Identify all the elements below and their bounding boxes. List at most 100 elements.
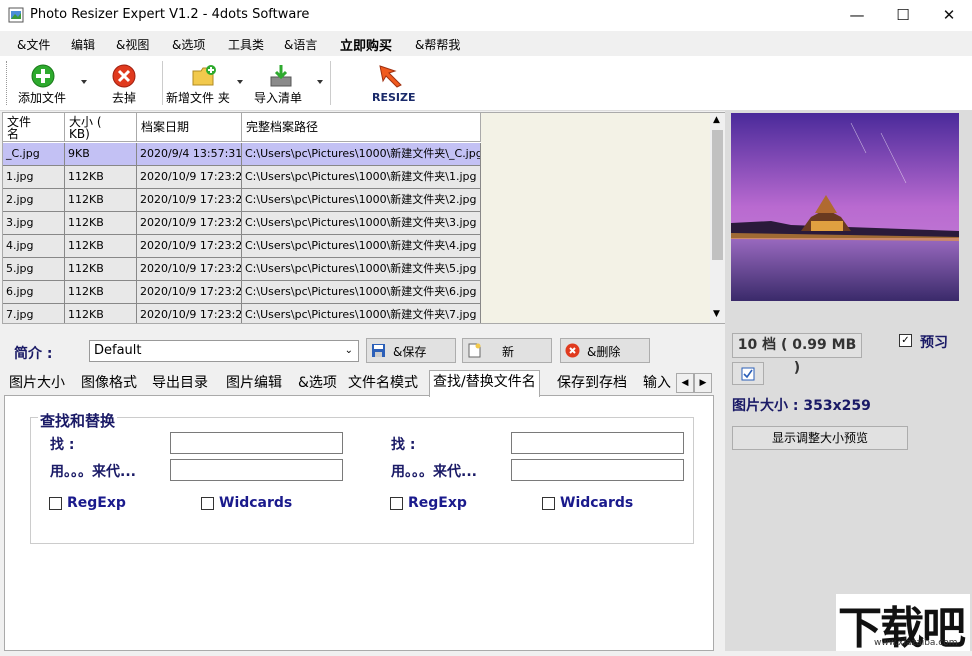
new-profile-label: 新 xyxy=(502,343,514,360)
table-row[interactable]: 5.jpg112KB2020/10/9 17:23:20C:\Users\pc\… xyxy=(3,258,481,281)
cell-date: 2020/10/9 17:23:20 xyxy=(137,304,242,324)
tab-output-folder[interactable]: 导出目录 xyxy=(149,372,211,395)
cell-path: C:\Users\pc\Pictures\1000\新建文件夹\5.jpg xyxy=(242,258,481,281)
wildcards-checkbox-1[interactable] xyxy=(201,497,214,510)
add-files-button[interactable]: 添加文件 xyxy=(18,89,66,106)
new-folder-button[interactable]: 新增文件 夹 xyxy=(166,89,230,106)
remove-icon[interactable] xyxy=(112,64,136,88)
regexp-checkbox-1[interactable] xyxy=(49,497,62,510)
tab-image-size[interactable]: 图片大小 xyxy=(6,372,68,395)
new-profile-button[interactable]: 新 xyxy=(462,338,552,363)
column-header-date[interactable]: 档案日期 xyxy=(137,113,242,142)
app-icon xyxy=(8,7,24,23)
save-profile-label: &保存 xyxy=(393,343,426,360)
replace-label: 用。。。来代... xyxy=(50,461,136,481)
column-header-size[interactable]: 大小 ( KB) xyxy=(65,113,137,142)
cell-filename: 1.jpg xyxy=(3,166,65,189)
show-resize-preview-button[interactable]: 显示调整大小预览 xyxy=(732,426,908,450)
tab-save-archive[interactable]: 保存到存档 xyxy=(554,372,630,395)
delete-profile-button[interactable]: &删除 xyxy=(560,338,650,363)
window-title: Photo Resizer Expert V1.2 - 4dots Softwa… xyxy=(30,7,309,22)
wildcards-label-1: Widcards xyxy=(219,495,292,511)
table-row[interactable]: _C.jpg9KB2020/9/4 13:57:31C:\Users\pc\Pi… xyxy=(3,143,481,166)
profile-select[interactable]: Default ⌄ xyxy=(89,340,359,362)
wildcards-checkbox-2[interactable] xyxy=(542,497,555,510)
resize-button[interactable]: RESIZE xyxy=(372,91,416,104)
replace-input-1[interactable] xyxy=(170,459,343,481)
tab-image-format[interactable]: 图像格式 xyxy=(78,372,140,395)
import-list-icon[interactable] xyxy=(268,63,294,89)
replace-input-2[interactable] xyxy=(511,459,684,481)
cell-date: 2020/10/9 17:23:20 xyxy=(137,212,242,235)
regexp-checkbox-2[interactable] xyxy=(390,497,403,510)
new-folder-dropdown-icon[interactable] xyxy=(237,80,243,84)
table-empty-area xyxy=(481,113,710,323)
preview-checkbox-label: 预习 xyxy=(920,332,948,352)
find-input-2[interactable] xyxy=(511,432,684,454)
scroll-down-icon[interactable]: ▼ xyxy=(713,309,720,319)
remove-button[interactable]: 去掉 xyxy=(112,89,136,106)
cell-date: 2020/10/9 17:23:20 xyxy=(137,166,242,189)
cell-filename: 5.jpg xyxy=(3,258,65,281)
minimize-button[interactable]: — xyxy=(834,0,880,31)
toolbar-separator xyxy=(162,61,163,105)
resize-icon[interactable] xyxy=(377,63,405,89)
scroll-up-icon[interactable]: ▲ xyxy=(713,115,720,125)
wildcards-label-2: Widcards xyxy=(560,495,633,511)
delete-profile-label: &删除 xyxy=(587,343,620,360)
column-header-path[interactable]: 完整档案路径 xyxy=(242,113,481,142)
cell-size: 112KB xyxy=(65,212,137,235)
chevron-down-icon[interactable]: ⌄ xyxy=(345,341,353,361)
menu-buy-now[interactable]: 立即购买 xyxy=(340,35,392,54)
maximize-button[interactable]: ☐ xyxy=(880,0,926,31)
find-label: 找 : xyxy=(391,434,415,454)
cell-size: 9KB xyxy=(65,143,137,166)
profile-value: Default xyxy=(94,343,142,358)
tab-options[interactable]: &选项 xyxy=(295,372,340,395)
cell-date: 2020/10/9 17:23:20 xyxy=(137,258,242,281)
watermark-logo: 下载吧 www.xiazaiba.com xyxy=(836,594,970,651)
tab-filename-pattern[interactable]: 文件名模式 xyxy=(345,372,421,395)
column-header-filename[interactable]: 文件 名 xyxy=(3,113,65,142)
cell-filename: 2.jpg xyxy=(3,189,65,212)
menu-options[interactable]: &选项 xyxy=(172,36,205,53)
import-list-button[interactable]: 导入清单 xyxy=(254,89,302,106)
table-scrollbar-thumb[interactable] xyxy=(712,130,723,260)
table-row[interactable]: 1.jpg112KB2020/10/9 17:23:20C:\Users\pc\… xyxy=(3,166,481,189)
import-list-dropdown-icon[interactable] xyxy=(317,80,323,84)
menu-tools[interactable]: 工具类 xyxy=(228,36,264,53)
table-row[interactable]: 7.jpg112KB2020/10/9 17:23:20C:\Users\pc\… xyxy=(3,304,481,324)
tab-scroll-right-icon[interactable]: ▶ xyxy=(694,373,712,393)
find-input-1[interactable] xyxy=(170,432,343,454)
table-row[interactable]: 3.jpg112KB2020/10/9 17:23:20C:\Users\pc\… xyxy=(3,212,481,235)
table-row[interactable]: 2.jpg112KB2020/10/9 17:23:20C:\Users\pc\… xyxy=(3,189,481,212)
menu-view[interactable]: &视图 xyxy=(116,36,149,53)
table-row[interactable]: 4.jpg112KB2020/10/9 17:23:20C:\Users\pc\… xyxy=(3,235,481,258)
toolbar-grip xyxy=(6,61,10,105)
tab-image-edit[interactable]: 图片编辑 xyxy=(223,372,285,395)
add-files-dropdown-icon[interactable] xyxy=(81,80,87,84)
menu-file[interactable]: &文件 xyxy=(17,36,50,53)
add-icon[interactable] xyxy=(31,64,55,88)
preview-checkbox[interactable]: ✓ xyxy=(899,334,912,347)
tab-scroll-left-icon[interactable]: ◀ xyxy=(676,373,694,393)
menu-language[interactable]: &语言 xyxy=(284,36,317,53)
image-size-label: 图片大小 : 353x259 xyxy=(732,395,871,415)
find-label: 找 : xyxy=(50,434,74,454)
tab-input[interactable]: 输入 xyxy=(640,372,676,395)
tab-find-replace[interactable]: 查找/替换文件名 xyxy=(429,370,540,397)
cell-size: 112KB xyxy=(65,281,137,304)
menu-edit[interactable]: 编辑 xyxy=(71,36,95,53)
close-button[interactable]: ✕ xyxy=(926,0,972,31)
new-folder-icon[interactable] xyxy=(191,63,217,89)
new-document-icon xyxy=(468,343,481,358)
file-list-table[interactable]: 文件 名 大小 ( KB) 档案日期 完整档案路径 _C.jpg9KB2020/… xyxy=(2,112,726,324)
menu-help[interactable]: &帮帮我 xyxy=(415,36,460,53)
cell-path: C:\Users\pc\Pictures\1000\新建文件夹\_C.jpg xyxy=(242,143,481,166)
cell-size: 112KB xyxy=(65,166,137,189)
check-list-button[interactable] xyxy=(732,362,764,385)
cell-path: C:\Users\pc\Pictures\1000\新建文件夹\3.jpg xyxy=(242,212,481,235)
table-row[interactable]: 6.jpg112KB2020/10/9 17:23:20C:\Users\pc\… xyxy=(3,281,481,304)
cell-path: C:\Users\pc\Pictures\1000\新建文件夹\4.jpg xyxy=(242,235,481,258)
save-profile-button[interactable]: &保存 xyxy=(366,338,456,363)
